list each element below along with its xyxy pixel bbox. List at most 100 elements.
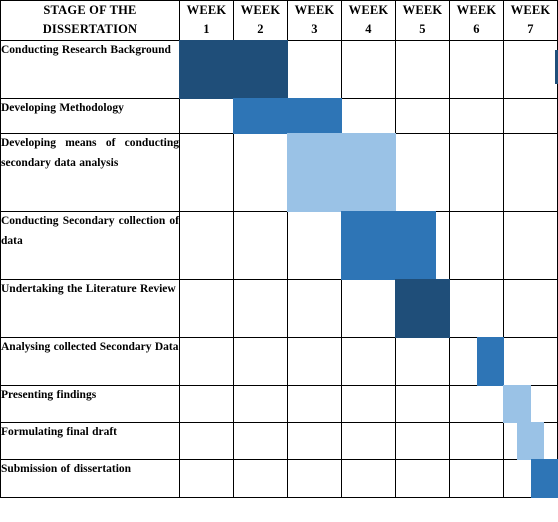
stage-label-cell: Formulating final draft <box>0 421 180 460</box>
week-cell-1 <box>179 384 234 423</box>
gantt-bar <box>395 278 450 338</box>
table-row: Developing Methodology <box>0 97 558 134</box>
week-cell-2 <box>233 278 288 338</box>
table-row: Conducting Research Background <box>0 39 558 99</box>
week-cell-2 <box>233 458 288 498</box>
stage-label-cell: Developing means of conducting secondary… <box>0 132 180 212</box>
week-cell-4 <box>341 39 396 99</box>
week-cell-4 <box>341 210 396 280</box>
week-word: WEEK <box>510 3 551 17</box>
gantt-bar <box>517 421 544 460</box>
stage-label-cell: Developing Methodology <box>0 97 180 134</box>
gantt-bar <box>530 458 558 498</box>
week-word: WEEK <box>402 3 443 17</box>
stage-label-text: Developing means of conducting secondary… <box>1 136 179 169</box>
week-cell-3 <box>287 210 342 280</box>
week-number: 4 <box>365 22 372 37</box>
stage-label-cell: Undertaking the Literature Review <box>0 278 180 338</box>
stage-label-text: Developing Methodology <box>1 101 124 114</box>
week-cell-1 <box>179 336 234 386</box>
column-header-week-1: WEEK 1 <box>179 0 234 41</box>
stage-header-line2: DISSERTATION <box>42 22 138 37</box>
week-cell-4 <box>341 458 396 498</box>
stage-header-line1: STAGE OF THE <box>43 3 137 17</box>
week-cell-2 <box>233 132 288 212</box>
week-cell-7 <box>503 39 558 99</box>
week-cell-4 <box>341 278 396 338</box>
table-row: Developing means of conducting secondary… <box>0 132 558 212</box>
week-cell-4 <box>341 384 396 423</box>
week-cell-7 <box>503 458 558 498</box>
stage-label-text: Analysing collected Secondary Data <box>1 340 179 353</box>
week-number: 1 <box>203 22 210 37</box>
gantt-chart: STAGE OF THE DISSERTATION WEEK 1 WEEK 2 … <box>0 0 558 522</box>
column-header-stage: STAGE OF THE DISSERTATION <box>0 0 180 41</box>
week-cell-4 <box>341 336 396 386</box>
week-cell-4 <box>341 132 396 212</box>
week-cell-2 <box>233 39 288 99</box>
week-cell-1 <box>179 421 234 460</box>
week-cell-3 <box>287 97 342 134</box>
column-header-week-2: WEEK 2 <box>233 0 288 41</box>
week-cell-6 <box>449 97 504 134</box>
stage-label-cell: Analysing collected Secondary Data <box>0 336 180 386</box>
week-cell-6 <box>449 384 504 423</box>
week-cell-4 <box>341 97 396 134</box>
table-row: Formulating final draft <box>0 421 558 460</box>
week-cell-5 <box>395 210 450 280</box>
table-row: Conducting Secondary collection of data <box>0 210 558 280</box>
week-number: 7 <box>527 22 534 37</box>
week-cell-5 <box>395 97 450 134</box>
week-cell-7 <box>503 421 558 460</box>
week-cell-6 <box>449 421 504 460</box>
dissertation-gantt-table: STAGE OF THE DISSERTATION WEEK 1 WEEK 2 … <box>0 0 558 498</box>
table-body: Conducting Research Background Developing… <box>0 39 558 498</box>
gantt-bar <box>287 97 342 134</box>
gantt-bar <box>503 384 531 423</box>
week-cell-3 <box>287 278 342 338</box>
week-cell-5 <box>395 336 450 386</box>
week-cell-3 <box>287 421 342 460</box>
week-cell-6 <box>449 278 504 338</box>
week-cell-5 <box>395 132 450 212</box>
week-cell-3 <box>287 336 342 386</box>
week-cell-1 <box>179 210 234 280</box>
week-cell-1 <box>179 39 234 99</box>
week-word: WEEK <box>456 3 497 17</box>
table-row: Presenting findings <box>0 384 558 423</box>
week-number: 2 <box>257 22 264 37</box>
week-cell-5 <box>395 278 450 338</box>
week-cell-1 <box>179 278 234 338</box>
gantt-bar <box>476 336 504 386</box>
week-cell-1 <box>179 97 234 134</box>
week-cell-5 <box>395 421 450 460</box>
stage-label-text: Undertaking the Literature Review <box>1 282 176 295</box>
week-cell-2 <box>233 97 288 134</box>
week-cell-5 <box>395 458 450 498</box>
gantt-bar <box>233 97 288 134</box>
column-header-week-7: WEEK 7 <box>503 0 558 41</box>
week-cell-3 <box>287 384 342 423</box>
week-cell-3 <box>287 132 342 212</box>
table-header: STAGE OF THE DISSERTATION WEEK 1 WEEK 2 … <box>0 0 558 41</box>
week-cell-6 <box>449 458 504 498</box>
column-header-week-6: WEEK 6 <box>449 0 504 41</box>
week-cell-6 <box>449 132 504 212</box>
week-cell-5 <box>395 39 450 99</box>
week-cell-7 <box>503 336 558 386</box>
stage-label-cell: Conducting Secondary collection of data <box>0 210 180 280</box>
week-cell-2 <box>233 210 288 280</box>
gantt-bar <box>233 39 288 99</box>
week-cell-7 <box>503 132 558 212</box>
table-row: Undertaking the Literature Review <box>0 278 558 338</box>
week-cell-7 <box>503 97 558 134</box>
week-cell-7 <box>503 210 558 280</box>
week-cell-5 <box>395 384 450 423</box>
gantt-bar <box>341 132 396 212</box>
stage-label-text: Conducting Research Background <box>1 43 171 56</box>
stage-label-text: Submission of dissertation <box>1 462 132 475</box>
table-row: Analysing collected Secondary Data <box>0 336 558 386</box>
week-cell-7 <box>503 278 558 338</box>
week-cell-1 <box>179 458 234 498</box>
week-number: 5 <box>419 22 426 37</box>
